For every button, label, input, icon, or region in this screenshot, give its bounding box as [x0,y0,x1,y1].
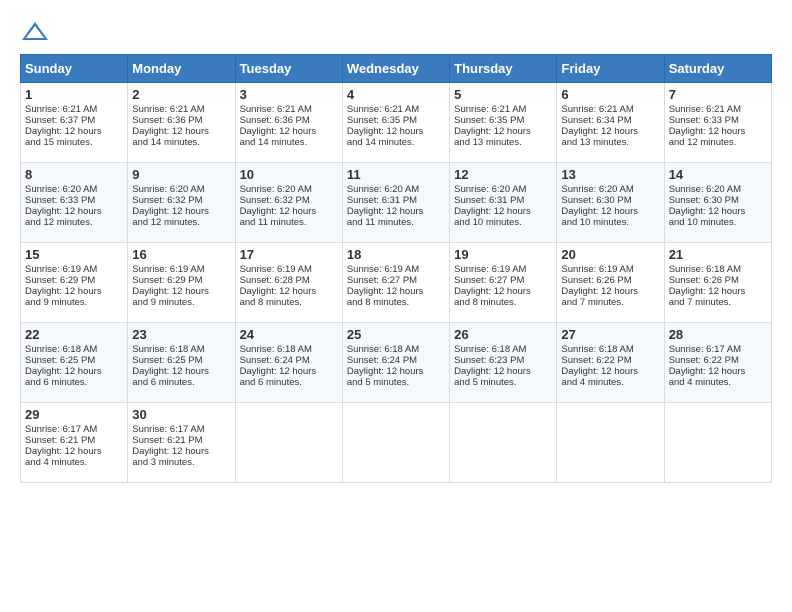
calendar-cell: 3Sunrise: 6:21 AMSunset: 6:36 PMDaylight… [235,83,342,163]
calendar-cell: 1Sunrise: 6:21 AMSunset: 6:37 PMDaylight… [21,83,128,163]
calendar-cell: 30Sunrise: 6:17 AMSunset: 6:21 PMDayligh… [128,403,235,483]
calendar-cell: 17Sunrise: 6:19 AMSunset: 6:28 PMDayligh… [235,243,342,323]
page-header [20,20,772,44]
calendar-cell: 24Sunrise: 6:18 AMSunset: 6:24 PMDayligh… [235,323,342,403]
calendar-cell: 29Sunrise: 6:17 AMSunset: 6:21 PMDayligh… [21,403,128,483]
calendar-cell: 5Sunrise: 6:21 AMSunset: 6:35 PMDaylight… [450,83,557,163]
calendar-cell [664,403,771,483]
calendar-cell: 8Sunrise: 6:20 AMSunset: 6:33 PMDaylight… [21,163,128,243]
calendar-cell: 25Sunrise: 6:18 AMSunset: 6:24 PMDayligh… [342,323,449,403]
calendar-cell: 20Sunrise: 6:19 AMSunset: 6:26 PMDayligh… [557,243,664,323]
calendar-cell: 28Sunrise: 6:17 AMSunset: 6:22 PMDayligh… [664,323,771,403]
calendar-cell: 27Sunrise: 6:18 AMSunset: 6:22 PMDayligh… [557,323,664,403]
calendar-cell: 15Sunrise: 6:19 AMSunset: 6:29 PMDayligh… [21,243,128,323]
calendar-cell: 10Sunrise: 6:20 AMSunset: 6:32 PMDayligh… [235,163,342,243]
calendar-cell [342,403,449,483]
header-sunday: Sunday [21,55,128,83]
calendar-header-row: SundayMondayTuesdayWednesdayThursdayFrid… [21,55,772,83]
calendar-cell: 19Sunrise: 6:19 AMSunset: 6:27 PMDayligh… [450,243,557,323]
calendar-cell: 13Sunrise: 6:20 AMSunset: 6:30 PMDayligh… [557,163,664,243]
calendar-cell: 9Sunrise: 6:20 AMSunset: 6:32 PMDaylight… [128,163,235,243]
calendar-cell: 23Sunrise: 6:18 AMSunset: 6:25 PMDayligh… [128,323,235,403]
calendar-cell: 6Sunrise: 6:21 AMSunset: 6:34 PMDaylight… [557,83,664,163]
calendar-cell [450,403,557,483]
calendar-table: SundayMondayTuesdayWednesdayThursdayFrid… [20,54,772,483]
logo [20,20,54,44]
calendar-cell: 22Sunrise: 6:18 AMSunset: 6:25 PMDayligh… [21,323,128,403]
header-monday: Monday [128,55,235,83]
calendar-cell: 12Sunrise: 6:20 AMSunset: 6:31 PMDayligh… [450,163,557,243]
header-saturday: Saturday [664,55,771,83]
logo-icon [20,20,50,44]
calendar-cell: 21Sunrise: 6:18 AMSunset: 6:26 PMDayligh… [664,243,771,323]
header-tuesday: Tuesday [235,55,342,83]
calendar-cell: 14Sunrise: 6:20 AMSunset: 6:30 PMDayligh… [664,163,771,243]
header-wednesday: Wednesday [342,55,449,83]
calendar-cell: 11Sunrise: 6:20 AMSunset: 6:31 PMDayligh… [342,163,449,243]
calendar-cell: 7Sunrise: 6:21 AMSunset: 6:33 PMDaylight… [664,83,771,163]
calendar-cell [557,403,664,483]
calendar-cell [235,403,342,483]
calendar-cell: 2Sunrise: 6:21 AMSunset: 6:36 PMDaylight… [128,83,235,163]
calendar-cell: 18Sunrise: 6:19 AMSunset: 6:27 PMDayligh… [342,243,449,323]
calendar-cell: 26Sunrise: 6:18 AMSunset: 6:23 PMDayligh… [450,323,557,403]
calendar-cell: 16Sunrise: 6:19 AMSunset: 6:29 PMDayligh… [128,243,235,323]
header-thursday: Thursday [450,55,557,83]
header-friday: Friday [557,55,664,83]
calendar-cell: 4Sunrise: 6:21 AMSunset: 6:35 PMDaylight… [342,83,449,163]
